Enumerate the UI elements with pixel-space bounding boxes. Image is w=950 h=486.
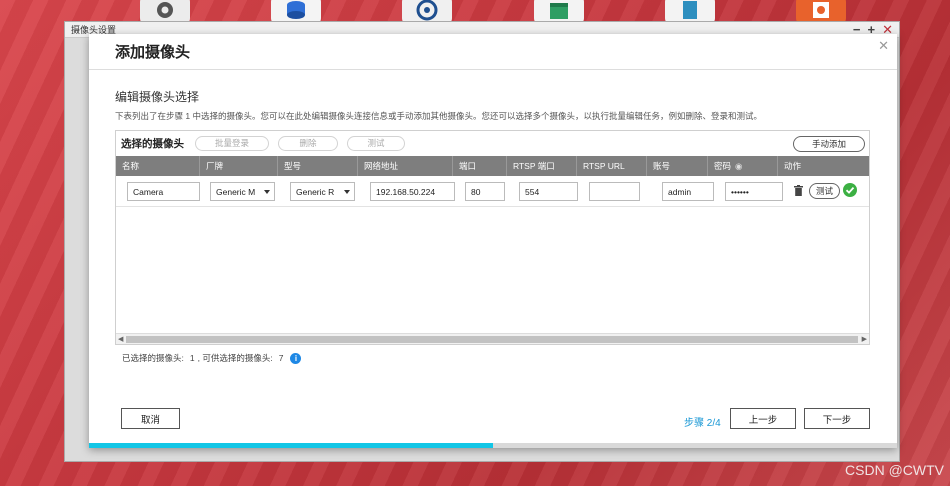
- add-camera-dialog: 添加摄像头 ✕ 编辑摄像头选择 下表列出了在步骤 1 中选择的摄像头。您可以在此…: [89, 34, 897, 448]
- step-indicator: 步骤 2/4: [684, 418, 721, 429]
- test-row-button[interactable]: 测试: [809, 183, 840, 199]
- model-value: Generic R: [296, 186, 335, 197]
- table-row[interactable]: Camera Generic M Generic R 192.168.50.22…: [116, 176, 869, 207]
- col-account[interactable]: 账号: [647, 156, 708, 176]
- col-password-label: 密码: [714, 161, 732, 171]
- col-rtsp-port[interactable]: RTSP 端口: [507, 156, 577, 176]
- scroll-left-icon[interactable]: ◀: [118, 335, 123, 343]
- col-password[interactable]: 密码 ◉: [708, 156, 778, 176]
- rtsp-url-input[interactable]: [589, 182, 640, 201]
- selected-cameras-panel: 选择的摄像头 批量登录 删除 测试 手动添加 名称 厂牌 型号 网络地址 端口 …: [115, 130, 870, 345]
- horizontal-scrollbar[interactable]: ◀ ▶: [116, 333, 869, 344]
- password-input[interactable]: ••••••: [725, 182, 783, 201]
- brand-select[interactable]: Generic M: [210, 182, 275, 201]
- check-circle-icon: [843, 183, 857, 197]
- col-port[interactable]: 端口: [453, 156, 507, 176]
- cancel-button[interactable]: 取消: [121, 408, 180, 429]
- address-input[interactable]: 192.168.50.224: [370, 182, 455, 201]
- step-progress-fill: [89, 443, 493, 448]
- info-icon[interactable]: i: [290, 352, 302, 364]
- col-address[interactable]: 网络地址: [358, 156, 453, 176]
- test-all-button[interactable]: 测试: [347, 135, 405, 151]
- scrollbar-thumb[interactable]: [126, 336, 858, 343]
- panel-toolbar: 选择的摄像头 批量登录 删除 测试: [116, 131, 869, 155]
- delete-button[interactable]: 删除: [278, 135, 338, 151]
- chevron-down-icon: [264, 190, 270, 194]
- section-title: 编辑摄像头选择: [115, 90, 200, 104]
- brand-value: Generic M: [216, 186, 256, 197]
- next-button[interactable]: 下一步: [804, 408, 870, 429]
- col-action: 动作: [784, 161, 802, 171]
- chevron-down-icon: [344, 190, 350, 194]
- col-name[interactable]: 名称: [116, 156, 200, 176]
- panel-label: 选择的摄像头: [121, 137, 184, 150]
- dialog-title: 添加摄像头: [89, 34, 897, 70]
- manual-add-button[interactable]: 手动添加: [793, 136, 865, 152]
- batch-login-button[interactable]: 批量登录: [195, 135, 269, 151]
- col-model[interactable]: 型号: [278, 156, 358, 176]
- available-label: , 可供选择的摄像头:: [197, 353, 273, 363]
- trash-icon[interactable]: [794, 185, 803, 196]
- dialog-close-icon[interactable]: ✕: [878, 38, 889, 54]
- table-header: 名称 厂牌 型号 网络地址 端口 RTSP 端口 RTSP URL 账号 密码 …: [116, 156, 869, 176]
- port-input[interactable]: 80: [465, 182, 505, 201]
- selected-count: 1: [189, 353, 195, 363]
- name-input[interactable]: Camera: [127, 182, 200, 201]
- prev-button[interactable]: 上一步: [730, 408, 796, 429]
- eye-icon[interactable]: ◉: [735, 161, 742, 172]
- selected-label: 已选择的摄像头:: [122, 353, 184, 363]
- step-progress-bar: [89, 443, 897, 448]
- model-select[interactable]: Generic R: [290, 182, 355, 201]
- available-count: 7: [278, 353, 284, 363]
- account-input[interactable]: admin: [662, 182, 714, 201]
- col-rtsp-url[interactable]: RTSP URL: [577, 156, 647, 176]
- selection-status: 已选择的摄像头: 1 , 可供选择的摄像头: 7 i: [122, 352, 302, 364]
- scroll-right-icon[interactable]: ▶: [862, 335, 867, 343]
- section-description: 下表列出了在步骤 1 中选择的摄像头。您可以在此处编辑摄像头连接信息或手动添加其…: [115, 111, 762, 121]
- watermark: CSDN @CWTV: [845, 462, 944, 478]
- col-brand[interactable]: 厂牌: [200, 156, 278, 176]
- rtsp-port-input[interactable]: 554: [519, 182, 578, 201]
